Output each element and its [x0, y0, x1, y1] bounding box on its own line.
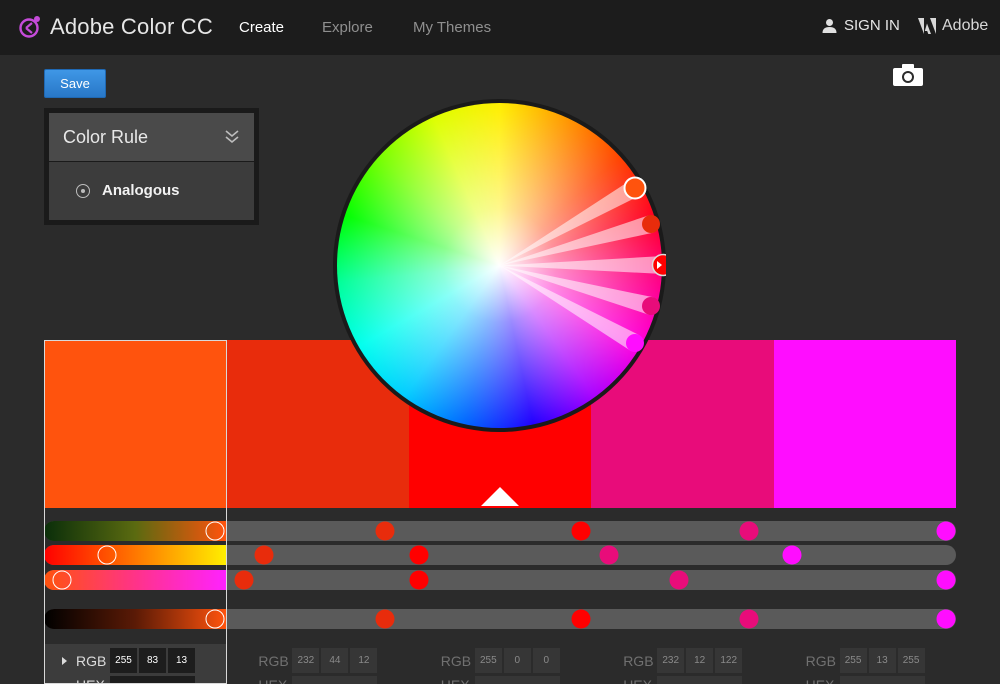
rgb-label: RGB [805, 653, 836, 669]
color-slider-track[interactable] [44, 521, 956, 541]
adobe-logo-icon [918, 18, 936, 34]
radio-selected-icon[interactable] [76, 184, 90, 198]
rgb-value-field[interactable]: 232 [657, 648, 685, 673]
rgb-label: RGB [258, 653, 289, 669]
wheel-ray [499, 180, 640, 266]
color-values: RGB25513255HEX [773, 644, 956, 684]
color-slider-knob[interactable] [409, 570, 429, 590]
rgb-value-field[interactable]: 13 [168, 648, 195, 673]
rgb-value-field[interactable]: 255 [897, 648, 925, 673]
adobe-link[interactable]: Adobe [918, 17, 988, 35]
app-root: Adobe Color CC Create Explore My Themes … [0, 0, 1000, 684]
rgb-value-field[interactable]: 0 [503, 648, 531, 673]
color-rule-title: Color Rule [63, 127, 149, 147]
color-slider-knob[interactable] [782, 545, 802, 565]
hex-label: HEX [76, 677, 105, 684]
rgb-label: RGB [623, 653, 654, 669]
color-values: RGB23212122 HEX [591, 644, 774, 684]
color-slider-knob[interactable] [375, 609, 395, 629]
hex-value-field[interactable] [474, 676, 560, 684]
rgb-value-field[interactable]: 83 [139, 648, 166, 673]
rgb-value-field[interactable]: 13 [868, 648, 896, 673]
hex-label: HEX [258, 677, 287, 684]
rgb-value-field[interactable]: 255 [110, 648, 137, 673]
rgb-value-field[interactable]: 255 [474, 648, 502, 673]
color-slider-track[interactable] [44, 570, 956, 590]
rgb-label: RGB [76, 653, 107, 669]
color-slider-knob[interactable] [599, 545, 619, 565]
rgb-label: RGB [440, 653, 472, 669]
rgb-value-field[interactable]: 122 [715, 648, 743, 673]
color-slider-knob[interactable] [739, 609, 759, 629]
top-bar: Adobe Color CC Create Explore My Themes … [0, 0, 1000, 55]
wheel-color-handle[interactable] [642, 297, 660, 315]
color-values: RGB2558313 HEX [44, 644, 227, 684]
sign-in-link[interactable]: SIGN IN [822, 17, 900, 34]
color-slider-knob[interactable] [936, 609, 956, 629]
color-slider-knob[interactable] [234, 570, 254, 590]
nav-explore[interactable]: Explore [322, 19, 373, 36]
hex-value-field[interactable] [110, 676, 195, 684]
color-slider-fill [44, 545, 226, 565]
color-slider-fill [44, 609, 226, 629]
color-slider-knob[interactable] [205, 609, 225, 629]
color-slider-track[interactable] [44, 609, 956, 629]
color-slider-knob[interactable] [571, 609, 591, 629]
color-slider-knob[interactable] [739, 521, 759, 541]
wheel-color-handle[interactable] [642, 215, 660, 233]
adobe-label: Adobe [942, 17, 989, 34]
color-rule-dropdown[interactable]: Color Rule [49, 113, 254, 161]
nav-my-themes[interactable]: My Themes [413, 19, 491, 36]
hex-label: HEX [623, 677, 652, 684]
color-slider-knob[interactable] [409, 545, 429, 565]
color-slider-knob[interactable] [669, 570, 689, 590]
color-values: RGB2324412 HEX [226, 644, 409, 684]
hex-value-field[interactable] [839, 676, 925, 684]
chevron-double-down-icon[interactable] [224, 129, 240, 145]
color-values-row: RGB2558313HEXRGB2324412HEXRGB25500HEXRGB… [44, 644, 956, 684]
sign-in-label: SIGN IN [844, 17, 900, 34]
color-slider-knob[interactable] [52, 570, 72, 590]
brand-title[interactable]: Adobe Color CC [50, 14, 213, 40]
color-sliders[interactable] [44, 520, 956, 632]
save-button[interactable]: Save [44, 69, 106, 98]
color-slider-knob[interactable] [571, 521, 591, 541]
color-slider-knob[interactable] [375, 521, 395, 541]
hex-label: HEX [806, 677, 835, 684]
wheel-ray [499, 265, 640, 351]
color-slider-knob[interactable] [205, 521, 225, 541]
color-slider-knob[interactable] [97, 545, 117, 565]
nav-create[interactable]: Create [239, 19, 284, 36]
expand-caret-icon[interactable] [62, 657, 67, 665]
wheel-color-handle[interactable] [623, 176, 647, 200]
rgb-value-field[interactable]: 232 [292, 648, 320, 673]
rgb-value-field[interactable]: 0 [532, 648, 560, 673]
color-slider-knob[interactable] [254, 545, 274, 565]
color-slider-track[interactable] [44, 545, 956, 565]
base-color-marker-icon [481, 487, 519, 506]
rgb-value-field[interactable]: 12 [350, 648, 378, 673]
color-swatch[interactable] [44, 340, 227, 508]
color-slider-fill [44, 521, 226, 541]
hex-value-field[interactable] [292, 676, 378, 684]
color-slider-knob[interactable] [936, 521, 956, 541]
user-icon [822, 19, 837, 33]
camera-icon[interactable] [893, 64, 923, 86]
wheel-color-handle[interactable] [626, 334, 644, 352]
adobe-color-logo-icon[interactable] [18, 14, 42, 40]
rgb-value-field[interactable]: 44 [321, 648, 349, 673]
color-slider-knob[interactable] [936, 570, 956, 590]
rgb-value-field[interactable]: 12 [686, 648, 714, 673]
color-rule-option-analogous[interactable]: Analogous [49, 162, 254, 220]
color-rule-option-label: Analogous [102, 182, 180, 199]
color-swatch[interactable] [773, 340, 956, 508]
hex-value-field[interactable] [657, 676, 743, 684]
color-rule-panel: Color Rule Analogous [44, 108, 259, 225]
hex-label: HEX [441, 677, 470, 684]
color-values: RGB25500HEX [408, 644, 592, 684]
color-wheel-markers[interactable] [333, 99, 666, 432]
rgb-value-field[interactable]: 255 [839, 648, 867, 673]
color-wheel[interactable] [333, 99, 666, 432]
